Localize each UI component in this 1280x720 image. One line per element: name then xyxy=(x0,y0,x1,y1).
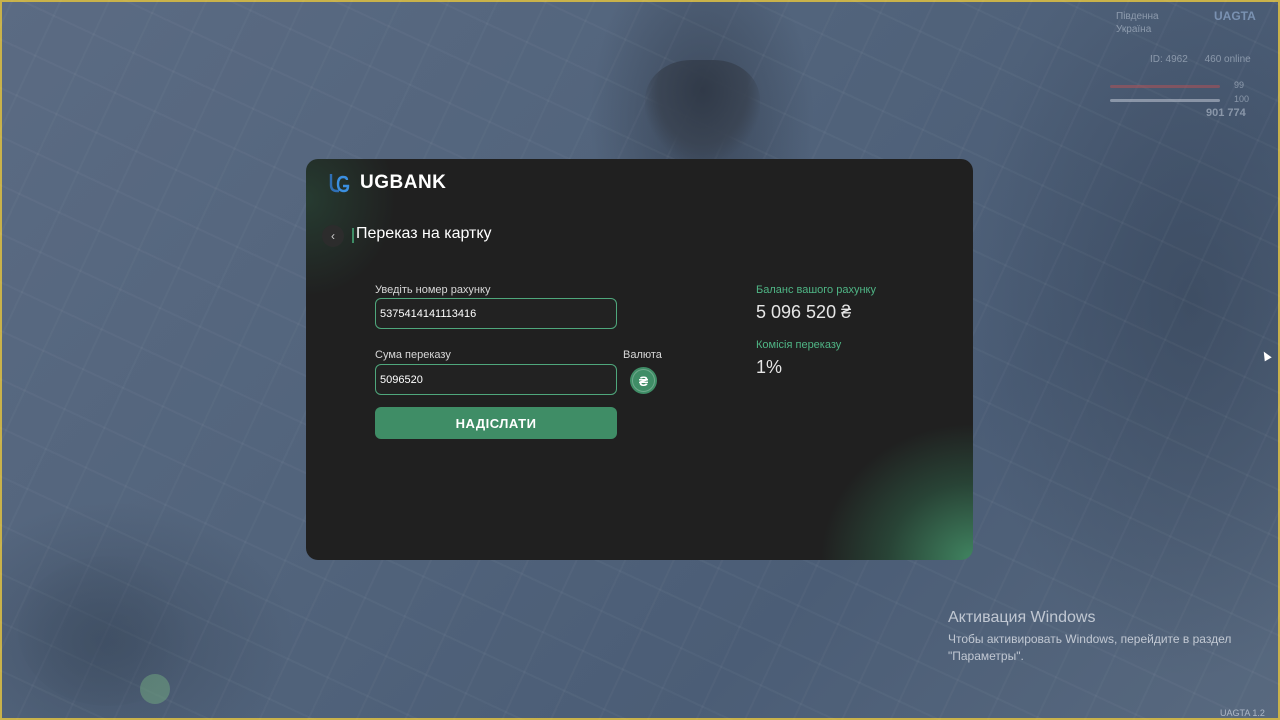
page-title: Переказ на картку xyxy=(356,225,492,242)
hud-health-value: 99 xyxy=(1234,80,1245,90)
chevron-left-icon: ‹ xyxy=(331,229,335,243)
balance-label: Баланс вашого рахунку xyxy=(756,284,876,296)
send-button[interactable]: НАДІСЛАТИ xyxy=(375,407,617,439)
account-number-label: Уведіть номер рахунку xyxy=(375,284,491,296)
windows-activation-text: Чтобы активировать Windows, перейдите в … xyxy=(948,632,1232,663)
game-character xyxy=(645,60,760,160)
currency-select-button[interactable]: ₴ xyxy=(630,367,657,394)
hud-server-badge: UAGTA xyxy=(1214,9,1256,23)
commission-label: Комісія переказу xyxy=(756,339,842,351)
hud-cash: 901 774 xyxy=(1206,107,1246,119)
title-accent-bar xyxy=(352,228,354,243)
amount-input[interactable] xyxy=(375,364,617,395)
hud-region-label: Південна Україна xyxy=(1116,11,1159,35)
balance-value: 5 096 520 ₴ xyxy=(756,302,852,322)
hud-health-bar xyxy=(1110,85,1220,88)
account-number-input[interactable] xyxy=(375,298,617,329)
windows-activation-title: Активация Windows xyxy=(948,609,1096,626)
currency-label: Валюта xyxy=(623,349,662,361)
commission-value: 1% xyxy=(756,357,783,377)
hud-player-id-text: ID: 4962 xyxy=(1150,54,1188,65)
ugbank-logo-icon xyxy=(329,174,350,193)
game-version: UAGTA 1.2 xyxy=(1220,708,1265,718)
hud-armor-bar xyxy=(1110,99,1220,102)
amount-label: Сума переказу xyxy=(375,349,451,361)
minimap xyxy=(18,556,198,706)
bank-transfer-panel: UGBANK ‹ Переказ на картку Уведіть номер… xyxy=(306,159,973,560)
hud-armor-value: 100 xyxy=(1234,94,1250,104)
bank-name: UGBANK xyxy=(360,172,447,193)
minimap-player-marker xyxy=(140,674,170,704)
hryvnia-icon: ₴ xyxy=(632,369,655,392)
back-button[interactable]: ‹ xyxy=(322,225,344,247)
hud-player-id: ID: 4962 460 online xyxy=(1150,54,1251,65)
bank-brand: UGBANK xyxy=(328,171,446,195)
windows-activation-watermark: Активация Windows Чтобы активировать Win… xyxy=(948,609,1248,665)
hud-online-count: 460 online xyxy=(1204,54,1251,65)
